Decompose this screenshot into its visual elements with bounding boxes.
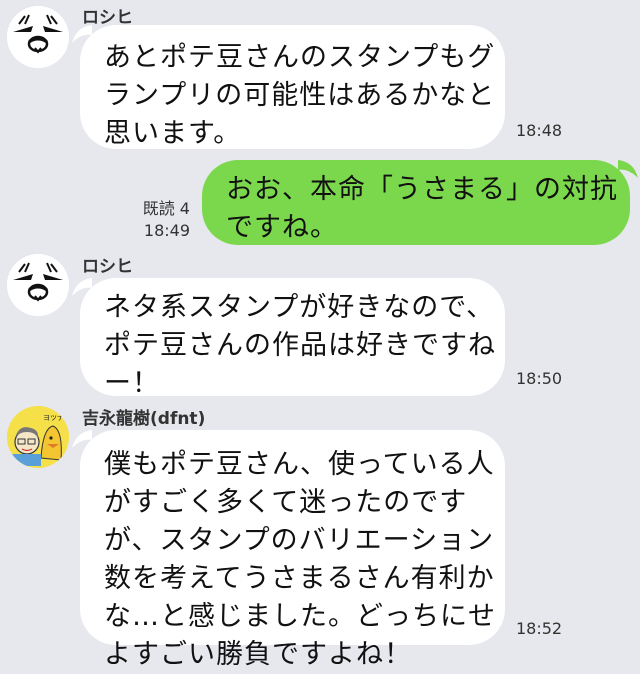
- message-text-line: が、スタンプのバリエーション: [104, 525, 495, 556]
- message-text-line: ポテ豆さんの作品は好きですね: [104, 330, 496, 361]
- rabbit-face-avatar[interactable]: [7, 254, 69, 316]
- message-text-line: ですね。: [226, 212, 338, 243]
- message-text-line: おお、本命「うさまる」の対抗: [226, 174, 618, 205]
- bubble-tail: [618, 160, 638, 178]
- message-text-line: な…と感じました。どっちにせ: [104, 601, 496, 632]
- message-text-line: 数を考えてうさまるさん有利か: [104, 563, 495, 594]
- message-text-line: ランプリの可能性はあるかなと: [104, 80, 496, 111]
- sender-name: 吉永龍樹(dfnt): [82, 409, 206, 429]
- message-time: 18:52: [516, 619, 563, 638]
- message-text-line: がすごく多くて迷ったのです: [104, 487, 468, 518]
- message-time: 18:50: [516, 369, 563, 388]
- message-text-line: 僕もポテ豆さん、使っている人: [104, 449, 495, 480]
- message-text-line: 思います。: [104, 118, 242, 149]
- sender-name: ロシヒ: [82, 257, 133, 277]
- message-text-line: あとポテ豆さんのスタンプもグ: [104, 42, 496, 73]
- message-bubble[interactable]: おお、本命「うさまる」の対抗 ですね。: [202, 160, 630, 245]
- cartoon-portrait-avatar[interactable]: ヨツナガ: [7, 406, 69, 468]
- read-receipt: 既読 4 18:49: [130, 198, 190, 242]
- message-text-line: よすごい勝負ですよね！: [104, 639, 412, 670]
- message-bubble[interactable]: 僕もポテ豆さん、使っている人 がすごく多くて迷ったのです が、スタンプのバリエー…: [80, 430, 505, 670]
- message-bubble[interactable]: あとポテ豆さんのスタンプもグ ランプリの可能性はあるかなと 思います。: [80, 25, 505, 149]
- message-text-line: ー！: [104, 368, 160, 399]
- message-time: 18:48: [516, 121, 563, 140]
- message-text-line: ネタ系スタンプが好きなので、: [104, 292, 495, 323]
- message-bubble[interactable]: ネタ系スタンプが好きなので、 ポテ豆さんの作品は好きですね ー！: [80, 278, 505, 399]
- read-label: 既読 4: [142, 199, 190, 218]
- message-time: 18:49: [143, 221, 190, 240]
- rabbit-face-avatar[interactable]: [7, 6, 69, 68]
- avatar-caption: ヨツナガ: [43, 413, 69, 422]
